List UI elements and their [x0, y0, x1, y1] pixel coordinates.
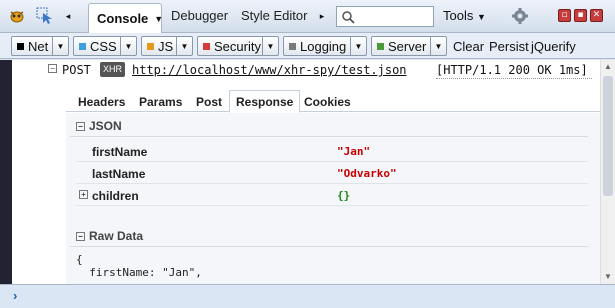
chevron-down-icon[interactable]: ▼ [52, 37, 68, 55]
logging-color-swatch [289, 42, 296, 50]
scroll-up-icon[interactable]: ▲ [601, 60, 615, 74]
security-color-swatch [203, 42, 210, 50]
request-status: [HTTP/1.1 200 OK 1ms] [436, 63, 588, 77]
gear-icon[interactable] [509, 6, 531, 26]
filter-server-label: Server [388, 38, 427, 54]
tools-menu-label: Tools [443, 8, 474, 23]
tab-console[interactable]: Console ▼ [88, 3, 164, 33]
json-key: firstName [92, 145, 148, 159]
filter-css-button[interactable]: CSS ▼ [73, 36, 137, 56]
tabs-scroll-left-icon[interactable]: ◂ [63, 6, 73, 26]
scrollbar-thumb[interactable] [603, 76, 613, 196]
tab-post[interactable]: Post [196, 95, 222, 109]
filter-logging-button[interactable]: Logging ▼ [283, 36, 367, 56]
filter-net-button[interactable]: Net ▼ [11, 36, 69, 56]
collapse-icon[interactable]: − [48, 64, 57, 73]
response-panel: − JSON firstName "Jan" lastName "Odvarko"… [66, 113, 600, 284]
filter-server-button[interactable]: Server ▼ [371, 36, 447, 56]
chevron-down-icon: ▼ [154, 13, 164, 24]
filter-security-label: Security [214, 38, 261, 54]
divider [70, 246, 588, 247]
tabs-scroll-right-icon[interactable]: ▸ [317, 6, 327, 26]
filter-js-button[interactable]: JS ▼ [141, 36, 193, 56]
json-key: children [92, 189, 139, 203]
netinfo-tabs: Headers Params Post Response Cookies [66, 82, 600, 113]
chevron-down-icon[interactable]: ▼ [120, 37, 136, 55]
css-color-swatch [79, 42, 86, 50]
console-output: − POST XHR http://localhost/www/xhr-spy/… [12, 60, 600, 284]
devtools-toolbar: ◂ Console ▼ Debugger Style Editor ▸ Tool… [0, 0, 615, 33]
divider [70, 136, 588, 137]
filter-security-button[interactable]: Security ▼ [197, 36, 279, 56]
json-row[interactable]: + children {} [76, 185, 588, 206]
js-color-swatch [147, 42, 154, 50]
filter-bar: Net ▼ CSS ▼ JS ▼ Security ▼ Logging ▼ Se… [0, 33, 615, 59]
console-gutter [0, 60, 12, 284]
expand-icon[interactable]: + [79, 190, 88, 199]
json-row: lastName "Odvarko" [76, 163, 588, 184]
scroll-down-icon[interactable]: ▼ [601, 270, 615, 284]
divider [436, 78, 592, 79]
json-section-title: JSON [89, 119, 122, 133]
filter-logging-label: Logging [300, 38, 347, 54]
tools-menu[interactable]: Tools ▼ [443, 8, 486, 23]
tab-response[interactable]: Response [229, 90, 301, 113]
tab-headers[interactable]: Headers [78, 95, 125, 109]
server-color-swatch [377, 42, 384, 50]
xhr-badge: XHR [100, 62, 126, 77]
json-value: {} [337, 189, 351, 202]
tab-params[interactable]: Params [139, 95, 182, 109]
search-input[interactable] [336, 6, 434, 27]
raw-line: { [76, 253, 83, 266]
search-icon [342, 11, 355, 24]
net-color-swatch [17, 42, 24, 50]
inspect-pointer-icon[interactable] [34, 6, 56, 26]
filter-js-label: JS [158, 38, 174, 54]
command-prompt-icon: › [13, 288, 18, 303]
json-section-header[interactable]: − JSON [76, 119, 122, 133]
close-icon[interactable]: ✕ [590, 9, 603, 22]
json-row: firstName "Jan" [76, 141, 588, 162]
raw-data-section-header[interactable]: − Raw Data [76, 229, 143, 243]
netinfo-panel: Headers Params Post Response Cookies − JS… [66, 82, 600, 284]
vertical-scrollbar[interactable]: ▲ ▼ [600, 60, 615, 284]
raw-data-title: Raw Data [89, 229, 144, 243]
request-method: POST [62, 63, 91, 77]
request-url[interactable]: http://localhost/www/xhr-spy/test.json [132, 63, 407, 77]
clear-button[interactable]: Clear [453, 39, 484, 54]
tab-cookies[interactable]: Cookies [304, 95, 351, 109]
command-line[interactable]: › [0, 284, 615, 308]
persist-button[interactable]: Persist [489, 39, 529, 54]
tab-console-label: Console [97, 11, 149, 26]
firebug-icon[interactable] [6, 6, 28, 26]
detach-window-icon[interactable]: ▫ [558, 9, 571, 22]
chevron-down-icon[interactable]: ▼ [176, 37, 192, 55]
network-request-row[interactable]: − POST XHR http://localhost/www/xhr-spy/… [12, 60, 600, 80]
tab-debugger[interactable]: Debugger [171, 8, 228, 23]
raw-line: firstName: "Jan", [76, 266, 202, 279]
filter-net-label: Net [28, 38, 49, 54]
chevron-down-icon[interactable]: ▼ [262, 37, 278, 55]
collapse-icon[interactable]: − [76, 232, 85, 241]
collapse-icon[interactable]: − [76, 122, 85, 131]
jquerify-button[interactable]: jQuerify [531, 39, 576, 54]
minimize-icon[interactable]: ▪ [574, 9, 587, 22]
chevron-down-icon[interactable]: ▼ [430, 37, 446, 55]
chevron-down-icon: ▼ [476, 12, 486, 22]
json-value: "Jan" [337, 145, 371, 158]
json-value: "Odvarko" [337, 167, 397, 180]
tab-style-editor[interactable]: Style Editor [241, 8, 307, 23]
json-key: lastName [92, 167, 146, 181]
chevron-down-icon[interactable]: ▼ [350, 37, 366, 55]
filter-css-label: CSS [90, 38, 117, 54]
